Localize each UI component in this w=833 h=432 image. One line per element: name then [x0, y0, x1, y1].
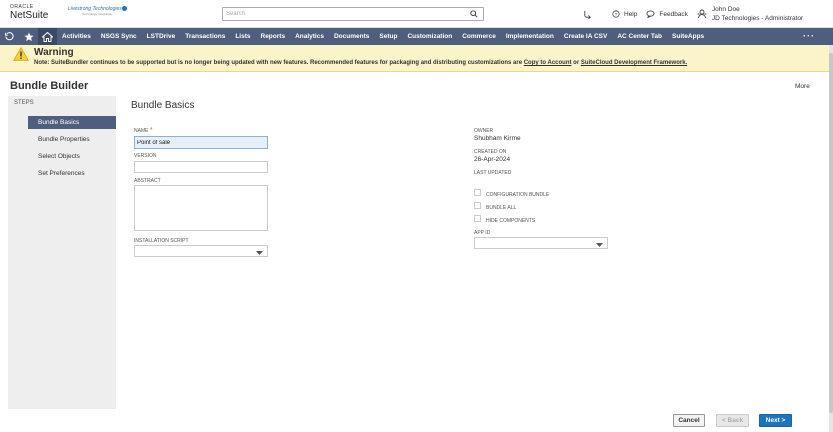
warning-text-prefix: Note: SuiteBundler continues to be suppo…: [34, 60, 524, 66]
created-on-label: CREATED ON: [474, 149, 507, 155]
app-id-label: APP ID: [474, 230, 491, 236]
role-switch-icon: [697, 9, 707, 19]
hide-components-label: HIDE COMPONENTS: [486, 218, 536, 224]
section-title: Bundle Basics: [131, 100, 195, 111]
warning-text-mid: or: [571, 60, 581, 66]
feedback-label: Feedback: [659, 10, 688, 18]
svg-text:?: ?: [615, 12, 618, 18]
warning-icon: [13, 47, 29, 63]
user-name: John Doe: [711, 6, 740, 13]
nav-item-nsgs-sync[interactable]: NSGS Sync: [96, 33, 142, 40]
recent-records-button[interactable]: [583, 10, 596, 19]
global-search: [222, 7, 484, 21]
last-updated-label: LAST UPDATED: [474, 170, 512, 176]
bundle-basics-panel: Bundle Basics NAME * VERSION ABSTRACT IN…: [116, 96, 826, 409]
back-button[interactable]: < Back: [716, 414, 749, 427]
installation-script-select[interactable]: [134, 245, 268, 257]
page-scrollbar[interactable]: [829, 45, 833, 432]
installation-script-label: INSTALLATION SCRIPT: [134, 238, 189, 244]
nav-item-setup[interactable]: Setup: [374, 33, 402, 40]
more-link[interactable]: More: [795, 83, 810, 90]
step-set-preferences[interactable]: Set Preferences: [28, 167, 122, 180]
dropdown-arrow-icon[interactable]: [256, 250, 263, 257]
nav-item-ac-center-tab[interactable]: AC Center Tab: [612, 33, 667, 40]
recent-icon: [5, 32, 14, 41]
nav-shortcuts-button[interactable]: [19, 28, 38, 45]
main-nav: Activities NSGS Sync LSTDrive Transactio…: [0, 28, 833, 45]
dropdown-arrow-icon[interactable]: [596, 242, 603, 249]
nav-item-lists[interactable]: Lists: [230, 33, 255, 40]
name-label: NAME *: [134, 127, 153, 134]
content-area: STEPS Bundle Basics Bundle Properties Se…: [8, 96, 826, 409]
owner-value: Shubham Kirme: [474, 135, 521, 142]
company-logo-mark: [122, 6, 127, 11]
owner-label: OWNER: [474, 128, 494, 134]
nav-item-suiteapps[interactable]: SuiteApps: [667, 33, 709, 40]
hide-components-checkbox[interactable]: [474, 215, 481, 222]
nav-item-reports[interactable]: Reports: [256, 33, 291, 40]
help-label: Help: [624, 10, 638, 18]
footer-bar: Cancel < Back Next >: [0, 409, 829, 432]
bundle-all-label: BUNDLE ALL: [486, 205, 517, 211]
user-role: JD Technologies - Administrator: [711, 15, 804, 22]
scrollbar-thumb[interactable]: [829, 53, 833, 413]
required-marker: *: [149, 127, 153, 134]
nav-item-create-ia-csv[interactable]: Create IA CSV: [559, 33, 612, 40]
version-input[interactable]: [134, 161, 268, 173]
next-button[interactable]: Next >: [759, 414, 792, 427]
netsuite-logo[interactable]: ORACLE NetSuite: [10, 4, 56, 21]
abstract-label: ABSTRACT: [134, 178, 161, 184]
version-label: VERSION: [134, 153, 157, 159]
page-title: Bundle Builder: [10, 80, 89, 92]
top-right-tools: ? Help Feedback John Doe JD Technologies…: [583, 4, 803, 24]
warning-banner: Warning Note: SuiteBundler continues to …: [0, 45, 829, 72]
app-id-select[interactable]: [474, 237, 608, 249]
star-icon: [24, 32, 33, 41]
nav-recent-button[interactable]: [0, 28, 19, 45]
netsuite-wordmark: NetSuite: [10, 10, 49, 21]
installation-script-value: [135, 247, 137, 253]
abstract-textarea[interactable]: [134, 185, 268, 231]
feedback-icon: [646, 10, 655, 18]
feedback-button[interactable]: Feedback: [646, 10, 688, 18]
steps-label: STEPS: [14, 100, 34, 106]
nav-item-activities[interactable]: Activities: [57, 33, 96, 40]
search-input[interactable]: [223, 8, 463, 20]
step-bundle-properties[interactable]: Bundle Properties: [28, 133, 122, 146]
nav-item-lstdrive[interactable]: LSTDrive: [142, 33, 181, 40]
nav-item-customization[interactable]: Customization: [402, 33, 457, 40]
warning-text: Note: SuiteBundler continues to be suppo…: [34, 60, 687, 66]
nav-item-implementation[interactable]: Implementation: [501, 33, 559, 40]
bundle-all-checkbox[interactable]: [474, 202, 481, 209]
created-on-value: 26-Apr-2024: [474, 156, 511, 163]
nav-item-commerce[interactable]: Commerce: [457, 33, 501, 40]
configuration-bundle-checkbox[interactable]: [474, 189, 481, 196]
recent-records-icon: [584, 10, 591, 19]
nav-item-transactions[interactable]: Transactions: [180, 33, 230, 40]
nav-home-button[interactable]: [38, 28, 57, 45]
suitecloud-sdf-link[interactable]: SuiteCloud Development Framework.: [581, 60, 687, 66]
company-tagline: Technology Integration: [82, 12, 113, 16]
nav-more-button[interactable]: ···: [803, 31, 815, 41]
search-icon[interactable]: [470, 10, 478, 20]
home-icon: [42, 31, 53, 42]
user-menu[interactable]: John Doe JD Technologies - Administrator: [697, 5, 803, 23]
copy-to-account-link[interactable]: Copy to Account: [524, 60, 572, 66]
nav-item-documents[interactable]: Documents: [329, 33, 374, 40]
cancel-button[interactable]: Cancel: [673, 414, 705, 427]
name-input[interactable]: [134, 136, 268, 149]
configuration-bundle-label: CONFIGURATION BUNDLE: [486, 192, 550, 198]
warning-title: Warning: [34, 47, 74, 58]
step-select-objects[interactable]: Select Objects: [28, 150, 122, 163]
help-icon: ?: [612, 10, 620, 18]
nav-item-analytics[interactable]: Analytics: [290, 33, 329, 40]
help-button[interactable]: ? Help: [612, 10, 637, 18]
company-logo: Livestrong Technologies Technology Integ…: [68, 6, 128, 20]
top-bar: ORACLE NetSuite Livestrong Technologies …: [0, 0, 833, 28]
step-bundle-basics[interactable]: Bundle Basics: [28, 116, 122, 129]
app-id-value: [475, 239, 477, 245]
